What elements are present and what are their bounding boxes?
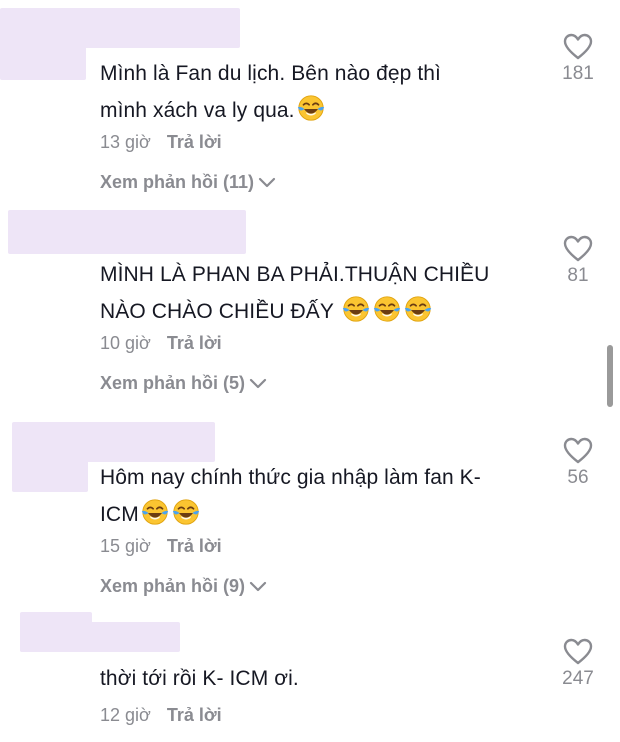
reply-button[interactable]: Trả lời [167, 705, 222, 725]
comment-text: Hôm nay chính thức gia nhập làm fan K- I… [100, 466, 481, 526]
comment-meta: 12 giờ Trả lời [100, 705, 222, 726]
face-with-tears-of-joy-emoji [342, 296, 369, 322]
reply-button[interactable]: Trả lời [167, 333, 222, 353]
emoji-group [340, 296, 433, 323]
comment-meta: 15 giờ Trả lời [100, 536, 222, 557]
like-button[interactable]: 56 [558, 437, 598, 489]
view-replies-label: Xem phản hồi (11) [100, 172, 255, 192]
like-button[interactable]: 247 [558, 638, 598, 690]
comment-meta: 13 giờ Trả lời [100, 132, 222, 153]
face-with-tears-of-joy-emoji [141, 499, 168, 525]
view-replies-label: Xem phản hồi (5) [100, 373, 246, 393]
face-with-tears-of-joy-emoji [404, 296, 431, 322]
face-with-tears-of-joy-emoji [373, 296, 400, 322]
chevron-down-icon [249, 378, 267, 388]
reply-button[interactable]: Trả lời [167, 132, 222, 152]
view-replies-button[interactable]: Xem phản hồi (11) [100, 172, 276, 193]
comment-text: Mình là Fan du lịch. Bên nào đẹp thì mìn… [100, 62, 441, 122]
face-with-tears-of-joy-emoji [172, 499, 199, 525]
view-replies-button[interactable]: Xem phản hồi (9) [100, 576, 267, 597]
redacted-avatar [12, 440, 88, 492]
comment-time: 12 giờ [100, 705, 151, 725]
like-count: 247 [562, 668, 594, 689]
view-replies-label: Xem phản hồi (9) [100, 576, 246, 596]
emoji-group [139, 499, 201, 526]
redacted-avatar [0, 18, 86, 80]
like-count: 56 [567, 467, 589, 488]
heart-outline-icon [563, 235, 593, 262]
like-count: 181 [562, 63, 594, 84]
comment-text: thời tới rồi K- ICM ơi. [100, 667, 299, 690]
comment-time: 13 giờ [100, 132, 151, 152]
comment-time: 15 giờ [100, 536, 151, 556]
comment-meta: 10 giờ Trả lời [100, 333, 222, 354]
redacted-avatar [20, 612, 92, 652]
like-count: 81 [567, 265, 589, 286]
face-with-tears-of-joy-emoji [297, 95, 324, 121]
chevron-down-icon [249, 581, 267, 591]
view-replies-button[interactable]: Xem phản hồi (5) [100, 373, 267, 394]
heart-outline-icon [563, 638, 593, 665]
heart-outline-icon [563, 437, 593, 464]
like-button[interactable]: 181 [558, 33, 598, 85]
emoji-group [295, 95, 326, 122]
reply-button[interactable]: Trả lời [167, 536, 222, 556]
like-button[interactable]: 81 [558, 235, 598, 287]
redacted-username [8, 210, 246, 254]
heart-outline-icon [563, 33, 593, 60]
chevron-down-icon [258, 177, 276, 187]
scrollbar-thumb[interactable] [607, 345, 613, 407]
comment-text: MÌNH LÀ PHAN BA PHẢI.THUẬN CHIỀU NÀO CHÀ… [100, 263, 490, 323]
comment-time: 10 giờ [100, 333, 151, 353]
